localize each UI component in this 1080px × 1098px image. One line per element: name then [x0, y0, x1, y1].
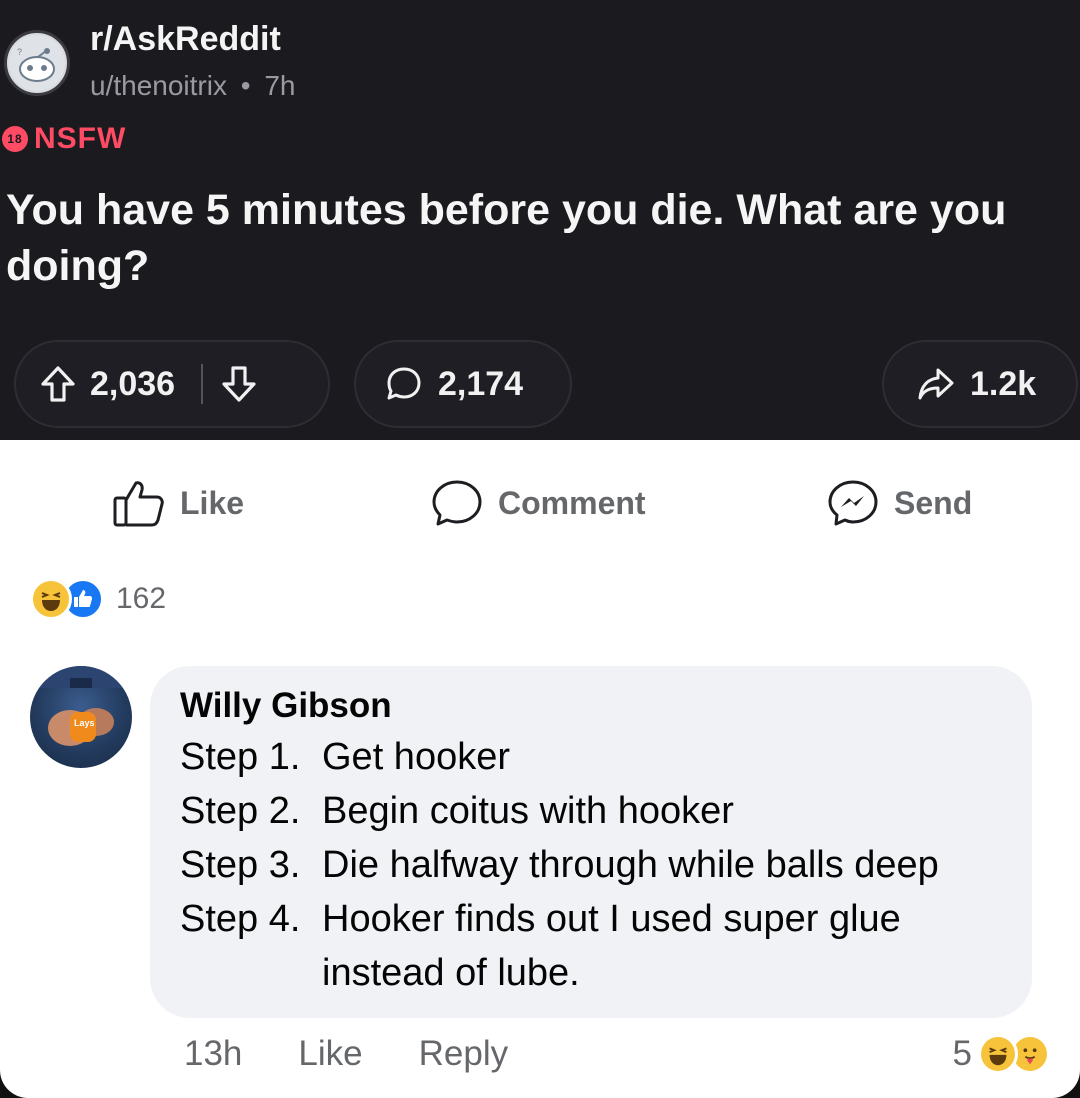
- send-label: Send: [894, 484, 973, 521]
- commenter-avatar[interactable]: Lays: [30, 666, 132, 768]
- send-button[interactable]: Send: [826, 478, 972, 528]
- svg-text:Lays: Lays: [74, 718, 95, 728]
- step-number: Step 4.: [180, 898, 301, 940]
- messenger-icon: [828, 480, 878, 526]
- facebook-post-section: Like Comment Send 162 Lays Willy Gibson …: [0, 440, 1080, 1098]
- comment-reply-link[interactable]: Reply: [419, 1034, 508, 1074]
- share-arrow-icon: [918, 368, 954, 400]
- subreddit-avatar-icon[interactable]: ?: [4, 30, 70, 96]
- haha-reaction-icon: [30, 578, 72, 620]
- step-number: Step 2.: [180, 790, 301, 832]
- subreddit-name[interactable]: r/AskReddit: [90, 20, 281, 59]
- comment-step: Step 2. Begin coitus with hooker: [180, 784, 1002, 838]
- comment-icon: [432, 480, 482, 526]
- comment-step: Step 4. Hooker finds out I used super gl…: [180, 892, 1002, 1000]
- nsfw-tag: 18 NSFW: [2, 122, 126, 156]
- step-text: Die halfway through while balls deep: [322, 844, 939, 886]
- step-text: Begin coitus with hooker: [322, 790, 734, 832]
- nsfw-label: NSFW: [34, 122, 127, 155]
- step-text: Get hooker: [322, 736, 510, 778]
- comment-time[interactable]: 13h: [184, 1034, 242, 1074]
- commenter-name[interactable]: Willy Gibson: [180, 686, 1002, 726]
- comment-bubble-icon: [387, 367, 421, 400]
- reaction-count: 162: [116, 582, 167, 615]
- comment-step: Step 3. Die halfway through while balls …: [180, 838, 1002, 892]
- comment-reactions[interactable]: 5: [953, 1034, 1050, 1074]
- nsfw-badge-icon: 18: [2, 126, 28, 152]
- upvote-icon[interactable]: [40, 364, 76, 404]
- haha-reaction-icon: [978, 1034, 1018, 1074]
- upvote-count: 2,036: [90, 364, 176, 403]
- svg-text:?: ?: [17, 47, 22, 57]
- downvote-icon[interactable]: [221, 364, 257, 404]
- comment-button[interactable]: Comment: [430, 478, 646, 528]
- reddit-post-screenshot: ? r/AskReddit u/thenoitrix • 7h 18 NSFW …: [0, 0, 1080, 440]
- like-button[interactable]: Like: [112, 478, 244, 528]
- comment-reaction-count: 5: [952, 1034, 972, 1073]
- comments-button[interactable]: 2,174: [354, 340, 572, 428]
- vote-divider: [201, 364, 204, 404]
- comment-count: 2,174: [438, 364, 524, 403]
- comment-step: Step 1. Get hooker: [180, 730, 1002, 784]
- share-button[interactable]: 1.2k: [882, 340, 1078, 428]
- thumbs-up-icon: [113, 481, 164, 527]
- post-title[interactable]: You have 5 minutes before you die. What …: [6, 182, 1076, 294]
- step-number: Step 3.: [180, 844, 301, 886]
- vote-pill: 2,036: [14, 340, 330, 428]
- comment-label: Comment: [498, 484, 646, 521]
- post-meta: u/thenoitrix • 7h: [90, 70, 296, 102]
- post-age: 7h: [264, 70, 296, 101]
- post-reactions[interactable]: 162: [30, 578, 166, 620]
- comment-footer: 13h Like Reply: [184, 1034, 508, 1074]
- step-number: Step 1.: [180, 736, 301, 778]
- comment-bubble: Willy Gibson Step 1. Get hooker Step 2. …: [150, 666, 1032, 1018]
- meta-separator: •: [240, 70, 251, 101]
- post-author[interactable]: u/thenoitrix: [90, 70, 227, 101]
- like-label: Like: [180, 484, 245, 521]
- comment-like-link[interactable]: Like: [298, 1034, 362, 1074]
- step-text: Hooker finds out I used super glue inste…: [322, 898, 901, 994]
- share-count: 1.2k: [970, 364, 1037, 403]
